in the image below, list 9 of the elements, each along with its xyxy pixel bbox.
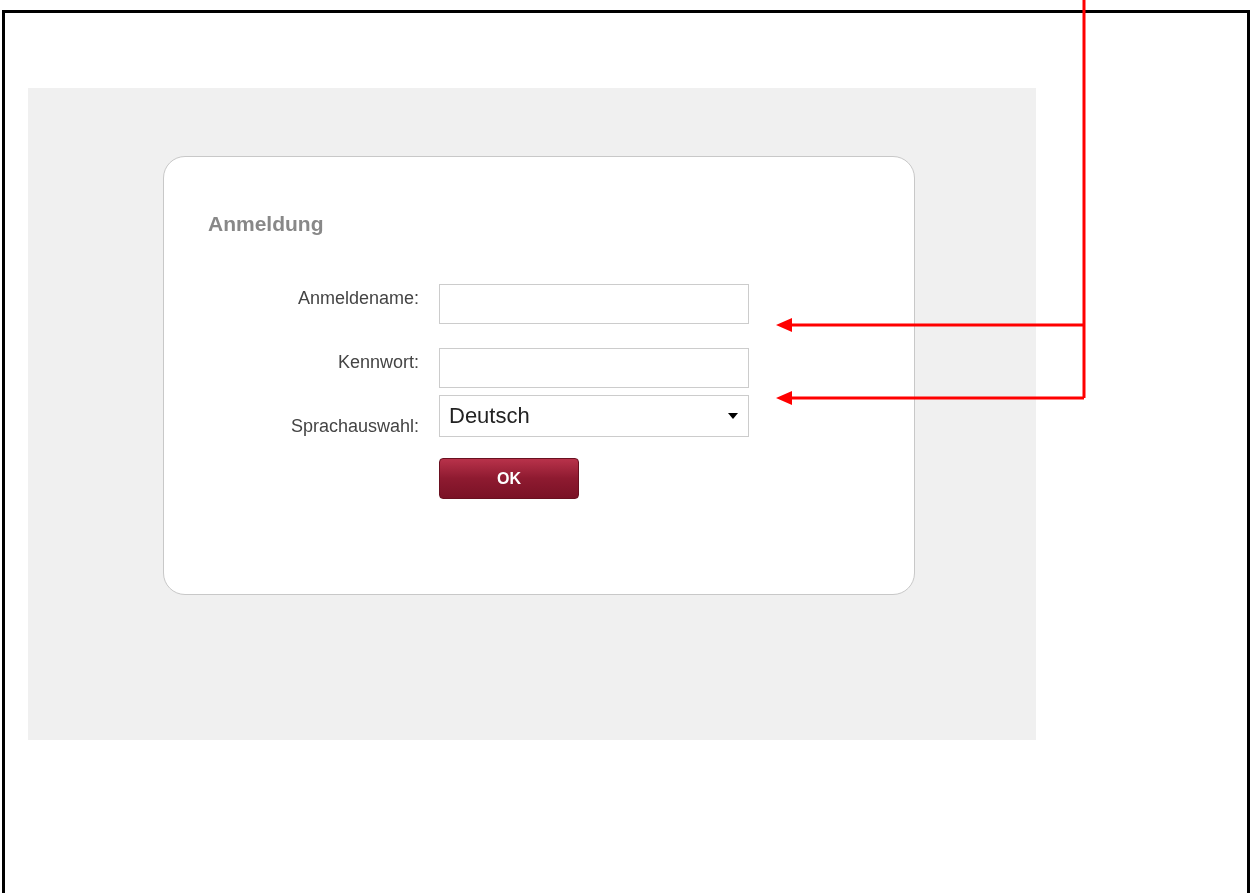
form-title: Anmeldung (208, 212, 324, 236)
username-field[interactable] (439, 284, 749, 324)
ok-button[interactable]: OK (439, 458, 579, 499)
language-dropdown[interactable]: Deutsch (439, 394, 749, 437)
caret-icon (728, 412, 738, 419)
password-field[interactable] (439, 348, 749, 388)
field-label: Anmeldename: (297, 287, 419, 309)
field-label: Kennwort: (337, 351, 419, 373)
field-label: Sprachauswahl: (290, 415, 419, 437)
